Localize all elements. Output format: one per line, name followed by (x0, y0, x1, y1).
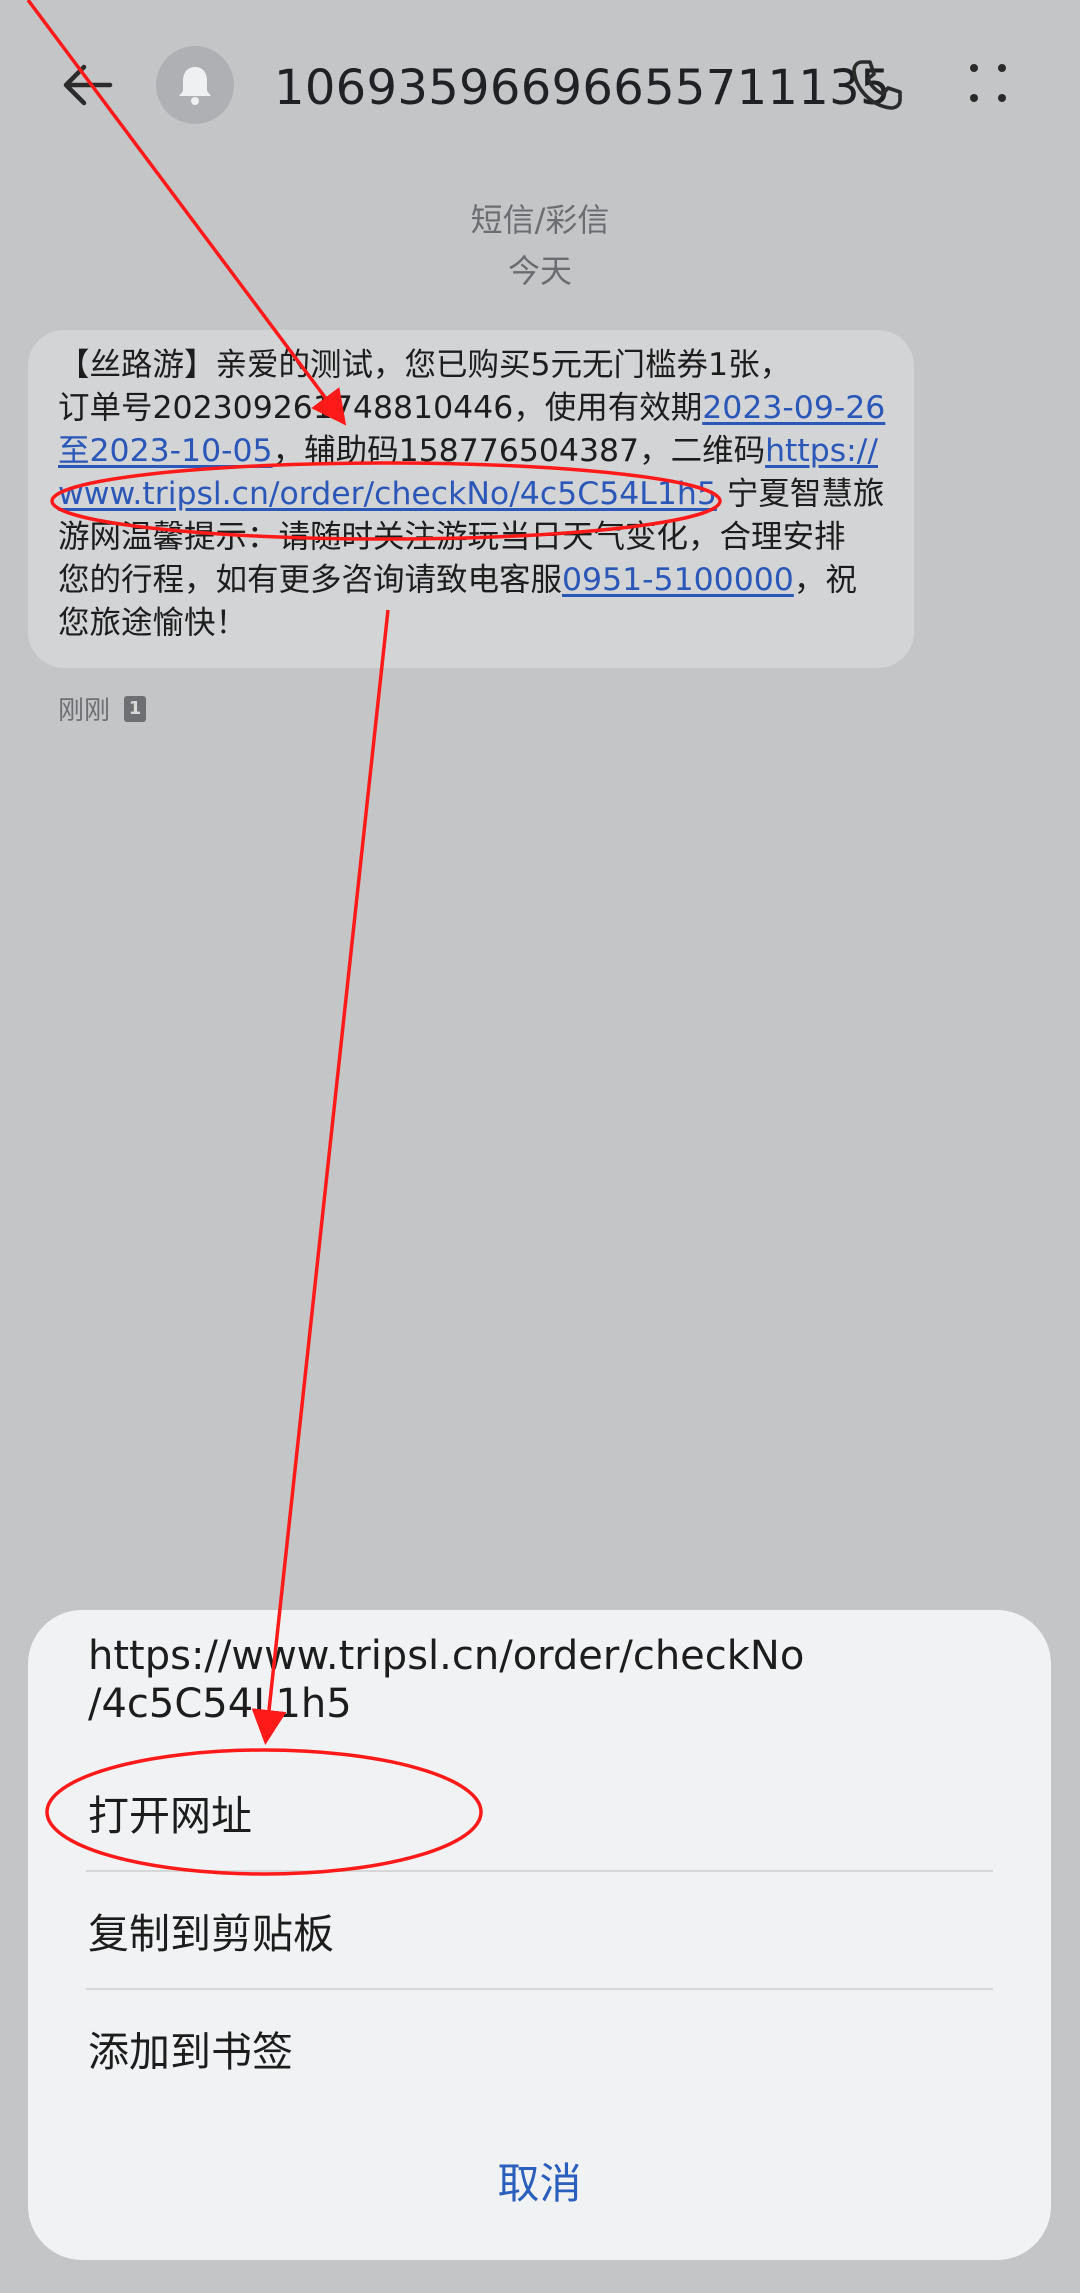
message-line: www.tripsl.cn/order/checkNo/4c5C54L1h5 宁… (58, 473, 884, 516)
message-text: 订单号20230926174881044​6，使用有效期 (58, 390, 703, 426)
message-text: ，辅助码158776504387，二维码 (272, 433, 766, 469)
message-line: 订单号20230926174881044​6，使用有效期2023-09-26 (58, 387, 885, 430)
divider (86, 1988, 993, 1990)
message-line: 【丝路游】亲爱的测试，您已购买5元无门槛券1张， (58, 344, 884, 387)
message-type-label: 短信/彩信 (470, 201, 610, 239)
cancel-button[interactable]: 取消 (28, 2150, 1051, 2211)
more-vert-icon[interactable] (968, 60, 1012, 108)
annotation-line (251, 609, 390, 1745)
copy-to-clipboard-option[interactable]: 复制到剪贴板 (88, 1900, 334, 1960)
bell-icon (179, 67, 211, 105)
phone-icon[interactable] (850, 58, 904, 112)
message-time: 刚刚 (58, 696, 111, 726)
message-bubble[interactable]: 【丝路游】亲爱的测试，您已购买5元无门槛券1张， 订单号202309261748… (28, 330, 914, 668)
message-line: 游网温馨提示：请随时关注游玩当日天气变化，合理安排 (58, 516, 884, 559)
sheet-url-line: /4c5C54L1h5 (88, 1681, 352, 1727)
message-text: 游网温馨提示：请随时关注游玩当日天气变化，合理安排 (58, 519, 846, 555)
message-line: 至2023-10-05，辅助码158776504387，二维码https:// (58, 430, 884, 473)
message-text: 宁夏智慧旅 (716, 476, 885, 512)
message-text: 您旅途愉快！ (58, 605, 248, 641)
contact-avatar[interactable] (156, 46, 234, 124)
sheet-url: https://www.tripsl.cn/order/checkNo /4c5… (88, 1632, 988, 1728)
sheet-url-line: https://www.tripsl.cn/order/checkNo (88, 1633, 805, 1679)
message-line: 您旅途愉快！ (58, 602, 884, 645)
sim-badge: 1 (124, 695, 147, 722)
back-arrow-icon[interactable] (58, 55, 118, 115)
message-line: 您的行程，如有更多咨询请致电客服0951-5100000，祝 (58, 559, 884, 602)
phone-link[interactable]: 0951-5100000 (562, 562, 794, 598)
url-link[interactable]: www.tripsl.cn/order/checkNo/4c5C54L1h5 (58, 476, 717, 512)
add-bookmark-option[interactable]: 添加到书签 (88, 2018, 293, 2078)
divider (86, 1870, 993, 1872)
top-bar: 106935966966557111​35 (0, 0, 1080, 180)
url-action-sheet: https://www.tripsl.cn/order/checkNo /4c5… (28, 1610, 1051, 2260)
date-separator: 今天 (507, 252, 572, 290)
message-text: 您的行程，如有更多咨询请致电客服 (58, 562, 563, 598)
url-link[interactable]: https:// (765, 433, 878, 469)
message-status: 刚刚 1 (58, 690, 147, 727)
date-link[interactable]: 2023-09-26 (702, 390, 885, 426)
message-text: 【丝路游】亲爱的测试，您已购买5元无门槛券1张， (58, 347, 792, 383)
open-url-option[interactable]: 打开网址 (88, 1782, 252, 1842)
message-text: ，祝 (793, 562, 857, 598)
sender-number: 106935966966557111​35 (274, 60, 891, 116)
date-link[interactable]: 至2023-10-05 (58, 433, 273, 469)
